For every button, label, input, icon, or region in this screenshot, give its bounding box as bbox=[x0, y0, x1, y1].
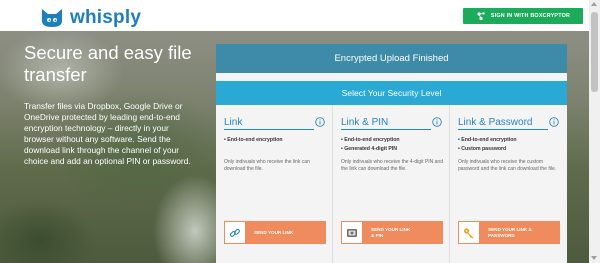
button-icon-box bbox=[341, 221, 363, 244]
scroll-thumb[interactable] bbox=[591, 12, 598, 92]
feature-item: • End-to-end encryption bbox=[458, 137, 517, 143]
hero-description: Transfer files via Dropbox, Google Drive… bbox=[24, 101, 191, 167]
option-title: Link bbox=[224, 117, 243, 128]
hero-title: Secure and easy file transfer bbox=[24, 42, 192, 85]
option-title: Link & Password bbox=[458, 117, 533, 128]
feature-list: • End-to-end encryption • Custom passwor… bbox=[458, 136, 517, 153]
upload-panel: Encrypted Upload Finished Select Your Se… bbox=[216, 44, 567, 263]
scroll-up-arrow-icon[interactable] bbox=[591, 2, 597, 6]
cat-logo-icon bbox=[42, 9, 62, 27]
sign-in-label: SIGN IN WITH BOXCRYPTOR bbox=[490, 13, 571, 19]
info-icon[interactable] bbox=[549, 117, 559, 127]
title-underline bbox=[224, 129, 314, 130]
vertical-scrollbar[interactable] bbox=[589, 0, 600, 263]
send-button-label: SEND YOUR LINK & PASSWORD bbox=[488, 226, 532, 238]
security-options: Link • End-to-end encryption Only indivu… bbox=[216, 105, 567, 263]
upload-status-bar: Encrypted Upload Finished bbox=[216, 44, 567, 73]
info-icon[interactable] bbox=[432, 117, 442, 127]
send-link-pin-button[interactable]: SEND YOUR LINK & PIN bbox=[341, 221, 443, 244]
key-icon bbox=[464, 227, 474, 238]
option-description: Only indivuals who receive the link can … bbox=[224, 159, 310, 173]
option-title: Link & PIN bbox=[341, 117, 389, 128]
logo-text: whisply bbox=[70, 7, 142, 28]
send-button-label: SEND YOUR LINK & PIN bbox=[371, 226, 411, 238]
scroll-down-arrow-icon[interactable] bbox=[591, 256, 597, 260]
sign-in-boxcryptor-button[interactable]: SIGN IN WITH BOXCRYPTOR bbox=[463, 8, 583, 24]
feature-list: • End-to-end encryption bbox=[224, 136, 283, 145]
feature-list: • End-to-end encryption • Generated 4-di… bbox=[341, 136, 400, 153]
feature-item: • End-to-end encryption bbox=[341, 137, 400, 143]
title-underline bbox=[341, 129, 431, 130]
security-option-link-pin: Link & PIN • End-to-end encryption • Gen… bbox=[333, 105, 450, 263]
send-link-button[interactable]: SEND YOUR LINK bbox=[224, 221, 326, 244]
logo[interactable]: whisply bbox=[39, 7, 141, 29]
feature-item: • End-to-end encryption bbox=[224, 137, 283, 143]
link-icon bbox=[229, 228, 240, 237]
send-link-password-button[interactable]: SEND YOUR LINK & PASSWORD bbox=[458, 221, 560, 244]
feature-item: • Custom password bbox=[458, 145, 507, 152]
feature-item: • Generated 4-digit PIN bbox=[341, 145, 398, 152]
upload-status-text: Encrypted Upload Finished bbox=[334, 53, 449, 64]
security-option-link: Link • End-to-end encryption Only indivu… bbox=[216, 105, 333, 263]
send-button-label: SEND YOUR LINK bbox=[254, 229, 294, 235]
button-icon-box bbox=[458, 221, 480, 244]
title-underline bbox=[458, 129, 548, 130]
option-description: Only indivuals who receive the 4-digit P… bbox=[341, 159, 443, 173]
info-icon[interactable] bbox=[315, 117, 325, 127]
security-level-header: Select Your Security Level bbox=[216, 81, 567, 105]
security-option-link-password: Link & Password • End-to-end encryption … bbox=[450, 105, 567, 263]
security-level-heading: Select Your Security Level bbox=[341, 88, 442, 98]
pin-pad-icon bbox=[347, 228, 357, 237]
button-icon-box bbox=[224, 221, 246, 244]
boxcryptor-icon bbox=[477, 12, 485, 21]
option-description: Only indivuals who receive the custom pa… bbox=[458, 159, 557, 173]
top-bar: whisply SIGN IN WITH BOXCRYPTOR bbox=[0, 0, 589, 31]
